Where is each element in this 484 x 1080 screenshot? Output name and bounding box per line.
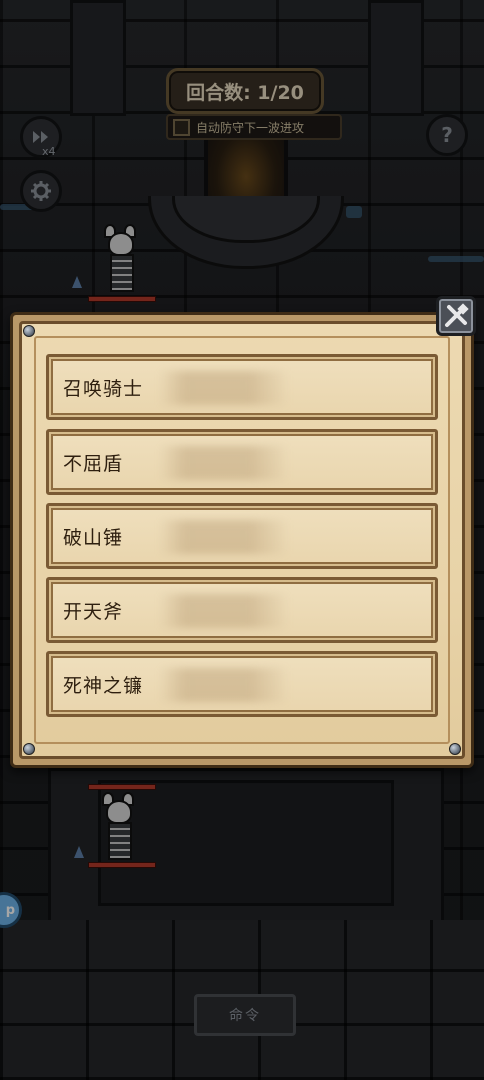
skill-option-summon-knight[interactable]: 召唤骑士 [46,354,438,420]
skill-option-label: 不屈盾 [63,452,124,475]
rivet [449,743,461,755]
skill-description-blurred [159,446,289,480]
skill-description-blurred [159,371,289,405]
skill-description-blurred [159,594,289,628]
rivet [23,743,35,755]
skill-option-label: 召唤骑士 [63,377,144,400]
close-panel-button[interactable] [436,296,476,336]
rivet [23,325,35,337]
crossed-swords-icon [445,303,469,327]
skill-option-mountain-hammer[interactable]: 破山锤 [46,503,438,569]
skill-option-heaven-axe[interactable]: 开天斧 [46,577,438,643]
skill-description-blurred [159,520,289,554]
skill-option-label: 死神之镰 [63,674,144,697]
skill-option-death-scythe[interactable]: 死神之镰 [46,651,438,717]
skill-option-unyielding-shield[interactable]: 不屈盾 [46,429,438,495]
skill-option-label: 破山锤 [63,526,124,549]
skill-option-label: 开天斧 [63,600,124,623]
skill-description-blurred [159,668,289,702]
